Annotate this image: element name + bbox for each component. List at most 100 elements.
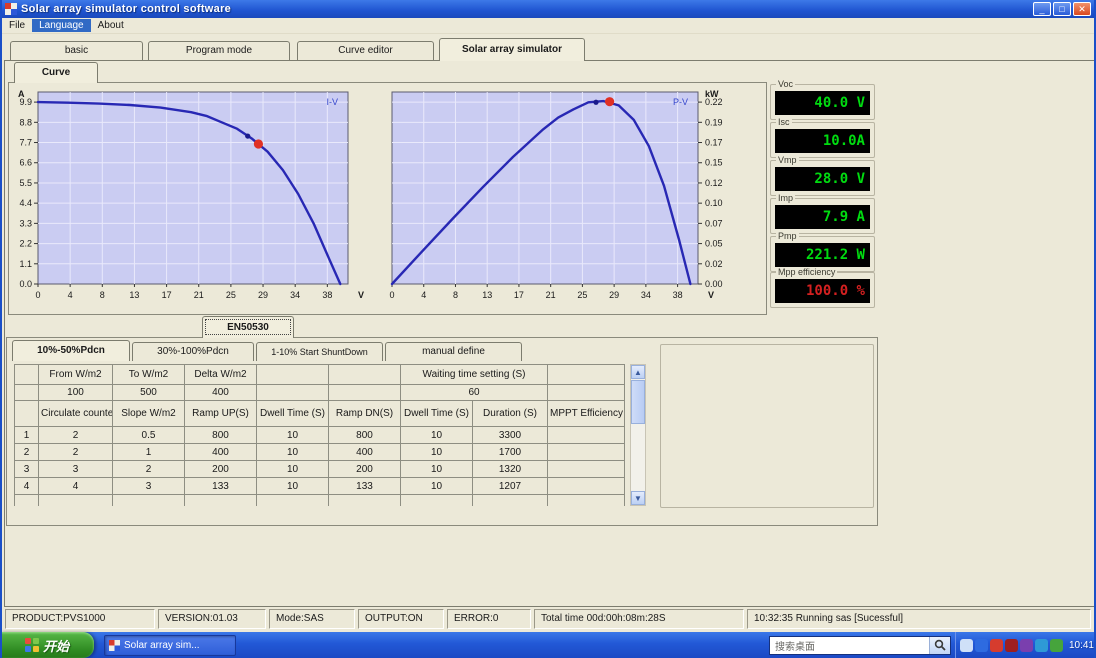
table-cell[interactable]: 1207	[472, 477, 548, 495]
table-cell[interactable]: 0.5	[112, 426, 185, 444]
table-cell[interactable]: 3300	[472, 426, 548, 444]
readout-pmp-value: 221.2 W	[775, 243, 870, 267]
tray-icon[interactable]	[1034, 638, 1048, 652]
table-cell[interactable]: 133	[184, 477, 257, 495]
svg-text:21: 21	[194, 290, 204, 300]
table-cell[interactable]: 133	[328, 477, 401, 495]
table-cell[interactable]	[547, 443, 625, 461]
table-cell[interactable]: 100	[38, 384, 113, 401]
table-cell[interactable]	[547, 384, 625, 401]
table-cell[interactable]: 10	[400, 443, 473, 461]
svg-text:0.15: 0.15	[705, 158, 723, 168]
taskbar-app-button[interactable]: Solar array sim...	[104, 634, 236, 656]
tray-icon[interactable]	[1019, 638, 1033, 652]
tray-icon[interactable]	[959, 638, 973, 652]
table-cell[interactable]: 200	[328, 460, 401, 478]
menu-item-about[interactable]: About	[91, 19, 131, 32]
tab-curve[interactable]: Curve	[14, 62, 98, 83]
scroll-down-icon[interactable]: ▼	[631, 491, 645, 505]
tab-basic[interactable]: basic	[10, 41, 143, 60]
scroll-up-icon[interactable]: ▲	[631, 365, 645, 379]
table-cell[interactable]: 400	[184, 443, 257, 461]
table-cell[interactable]: 10	[256, 477, 329, 495]
svg-text:0.05: 0.05	[705, 239, 723, 249]
table-cell[interactable]: 400	[328, 443, 401, 461]
table-cell[interactable]: 2	[38, 426, 113, 444]
tab-10-50-pdcn[interactable]: 10%-50%Pdcn	[12, 340, 130, 361]
table-cell[interactable]: 2	[38, 443, 113, 461]
table-cell[interactable]	[256, 384, 329, 401]
table-cell[interactable]	[472, 494, 548, 506]
table-cell[interactable]: 10	[400, 477, 473, 495]
table-cell[interactable]: 2	[112, 460, 185, 478]
tray-icon[interactable]	[1049, 638, 1063, 652]
table-cell[interactable]: 10	[256, 426, 329, 444]
svg-text:5.5: 5.5	[19, 178, 32, 188]
start-button[interactable]: 开始	[2, 632, 94, 658]
status-mode: Mode:SAS	[269, 609, 355, 629]
tab-30-100-pdcn[interactable]: 30%-100%Pdcn	[132, 342, 254, 361]
close-button[interactable]: ✕	[1073, 2, 1091, 16]
table-cell[interactable]: 1	[14, 426, 39, 444]
table-cell[interactable]: 4	[38, 477, 113, 495]
table-cell[interactable]: 400	[184, 384, 257, 401]
table-cell[interactable]	[328, 494, 401, 506]
table-cell[interactable]	[547, 477, 625, 495]
table-cell[interactable]: 3	[14, 460, 39, 478]
tab-program-mode[interactable]: Program mode	[148, 41, 290, 60]
statusbar: PRODUCT:PVS1000 VERSION:01.03 Mode:SAS O…	[2, 608, 1094, 630]
readout-vmp-label: Vmp	[776, 155, 799, 165]
table-cell[interactable]	[547, 426, 625, 444]
table-cell[interactable]: 500	[112, 384, 185, 401]
menu-item-file[interactable]: File	[2, 19, 32, 32]
table-cell[interactable]	[256, 494, 329, 506]
tray-icon[interactable]	[974, 638, 988, 652]
table-cell[interactable]: 1	[112, 443, 185, 461]
desktop-search-box[interactable]: 搜索桌面	[768, 635, 951, 655]
table-cell[interactable]: 1320	[472, 460, 548, 478]
windows-logo-icon	[24, 638, 39, 652]
tray-icon[interactable]	[1004, 638, 1018, 652]
tab-en50530[interactable]: EN50530	[202, 316, 294, 338]
iv-curve-chart: 0 4 8 13 17 21 25 29 34 38 V9.98.87.76.65.54.43.32…	[18, 89, 364, 300]
table-cell[interactable]: 4	[14, 477, 39, 495]
table-cell[interactable]: 2	[14, 443, 39, 461]
table-cell[interactable]	[14, 494, 39, 506]
table-cell[interactable]: 800	[328, 426, 401, 444]
tray-icon[interactable]	[989, 638, 1003, 652]
table-cell[interactable]: 10	[400, 426, 473, 444]
scrollbar-thumb[interactable]	[631, 380, 645, 424]
table-cell[interactable]	[14, 384, 39, 401]
table-cell[interactable]	[547, 460, 625, 478]
table-cell[interactable]: 3	[112, 477, 185, 495]
table-cell[interactable]	[38, 494, 113, 506]
search-placeholder-text: 搜索桌面	[774, 641, 815, 653]
table-cell[interactable]: 800	[184, 426, 257, 444]
table-cell[interactable]	[547, 494, 625, 506]
status-output: OUTPUT:ON	[358, 609, 444, 629]
svg-text:4: 4	[421, 290, 426, 300]
table-cell[interactable]: 200	[184, 460, 257, 478]
table-cell[interactable]: 1700	[472, 443, 548, 461]
search-icon[interactable]	[928, 636, 950, 654]
table-cell[interactable]	[112, 494, 185, 506]
tab-manual-define[interactable]: manual define	[385, 342, 522, 361]
table-cell[interactable]: 60	[400, 384, 548, 401]
table-cell[interactable]: 10	[256, 460, 329, 478]
maximize-button[interactable]: □	[1053, 2, 1071, 16]
table-cell[interactable]: 10	[400, 460, 473, 478]
table-cell[interactable]: 10	[256, 443, 329, 461]
table-cell[interactable]	[328, 384, 401, 401]
minimize-button[interactable]: _	[1033, 2, 1051, 16]
table-cell[interactable]	[184, 494, 257, 506]
readout-isc-label: Isc	[776, 117, 792, 127]
table-header-cell: Dwell Time (S)	[400, 400, 473, 427]
status-version: VERSION:01.03	[158, 609, 266, 629]
tab-1-10-start-shuntdown[interactable]: 1-10% Start ShuntDown	[256, 342, 383, 361]
menu-item-language[interactable]: Language	[32, 19, 91, 32]
tab-solar-array-simulator[interactable]: Solar array simulator	[439, 38, 585, 61]
table-scrollbar[interactable]: ▲ ▼	[630, 364, 646, 506]
table-cell[interactable]	[400, 494, 473, 506]
table-cell[interactable]: 3	[38, 460, 113, 478]
tab-curve-editor[interactable]: Curve editor	[297, 41, 434, 60]
